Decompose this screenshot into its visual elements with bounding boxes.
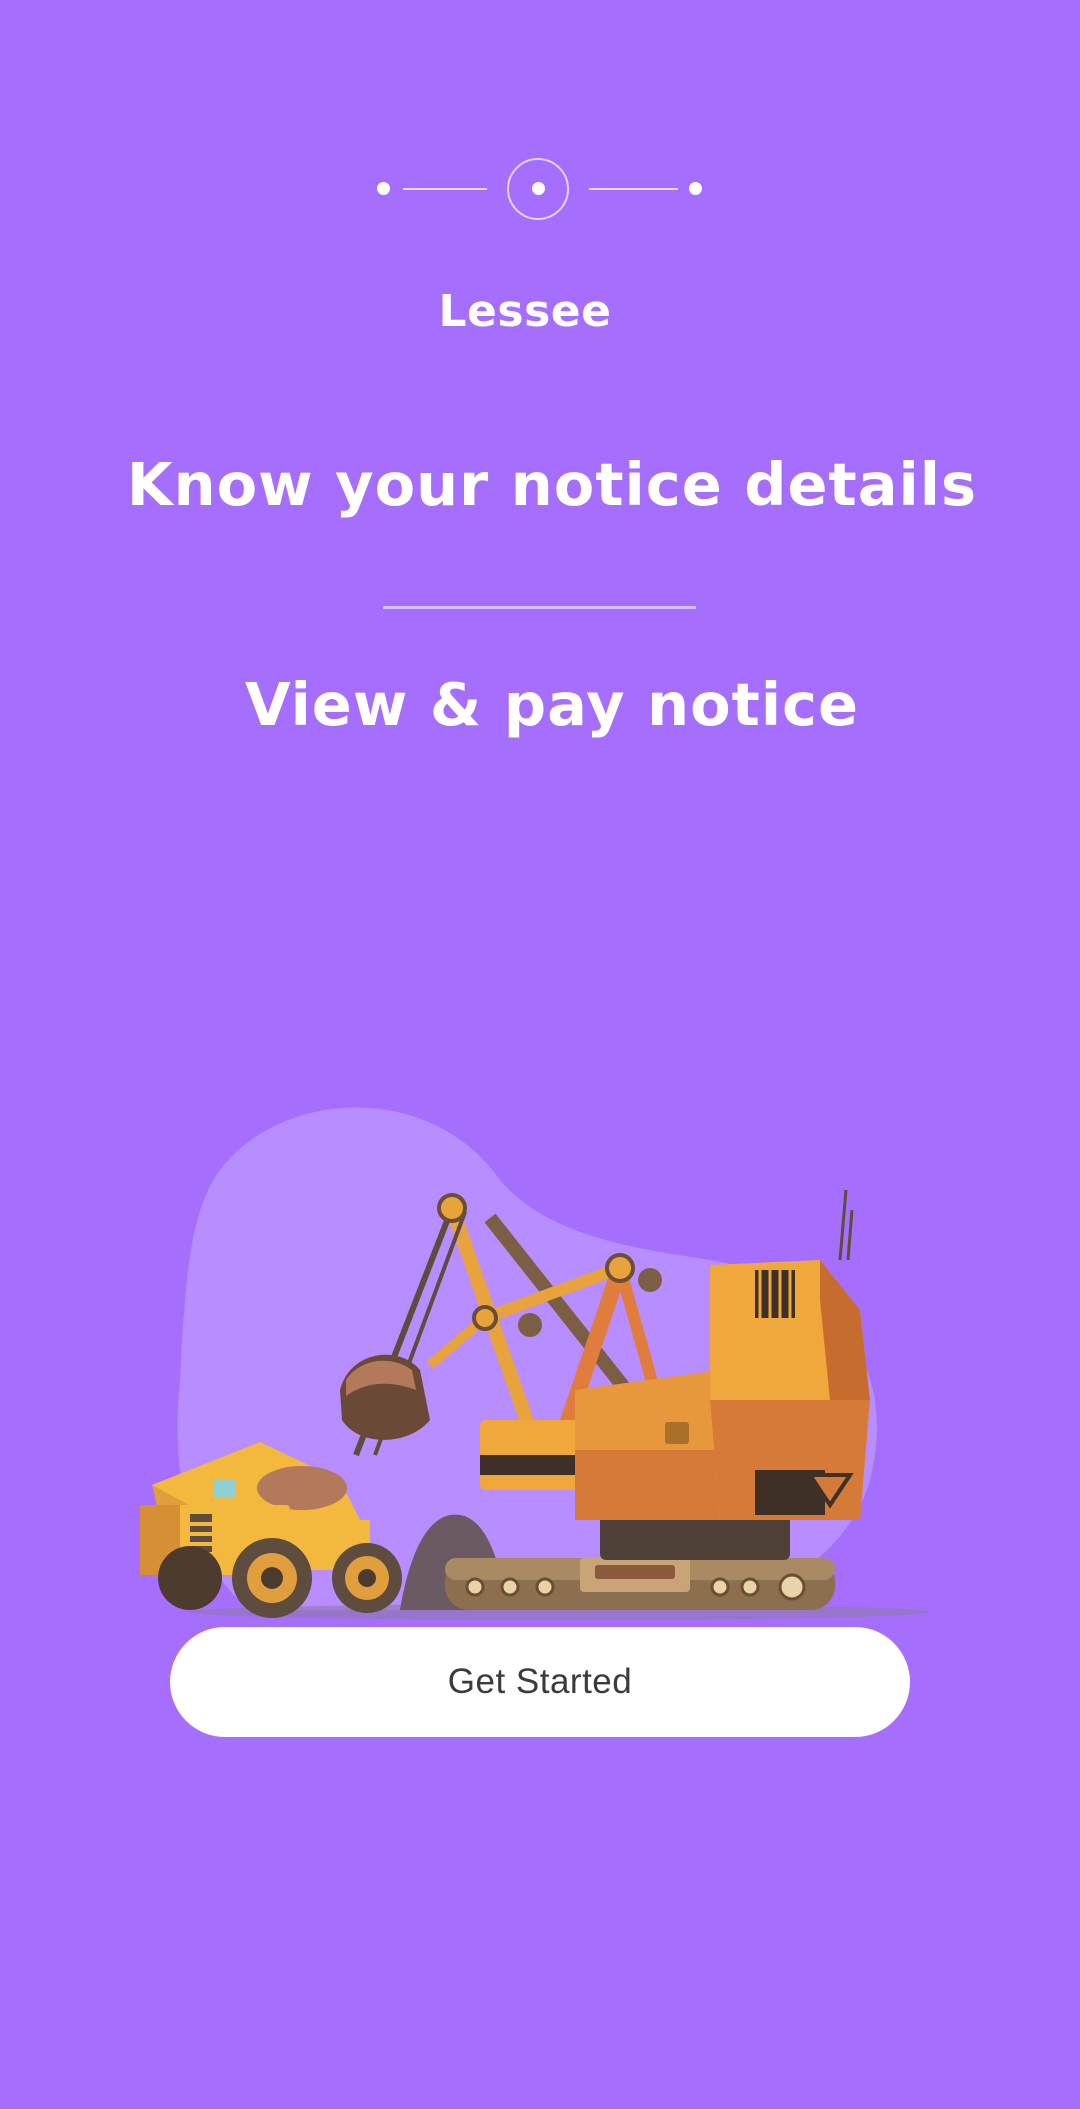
mining-illustration [140, 1107, 930, 1620]
step-indicator [0, 156, 1080, 222]
role-label: Lessee [438, 286, 612, 337]
onboarding-screen: Lessee Know your notice details View & p… [0, 0, 1080, 2109]
step-dot-1[interactable] [377, 182, 390, 195]
step-connector-1 [403, 188, 487, 190]
step-connector-2 [589, 188, 678, 190]
get-started-button[interactable]: Get Started [170, 1627, 910, 1737]
subheadline: View & pay notice [244, 670, 860, 739]
divider [383, 606, 696, 609]
headline: Know your notice details [126, 450, 978, 519]
step-dot-3[interactable] [689, 182, 702, 195]
step-dot-2-current [532, 182, 545, 195]
